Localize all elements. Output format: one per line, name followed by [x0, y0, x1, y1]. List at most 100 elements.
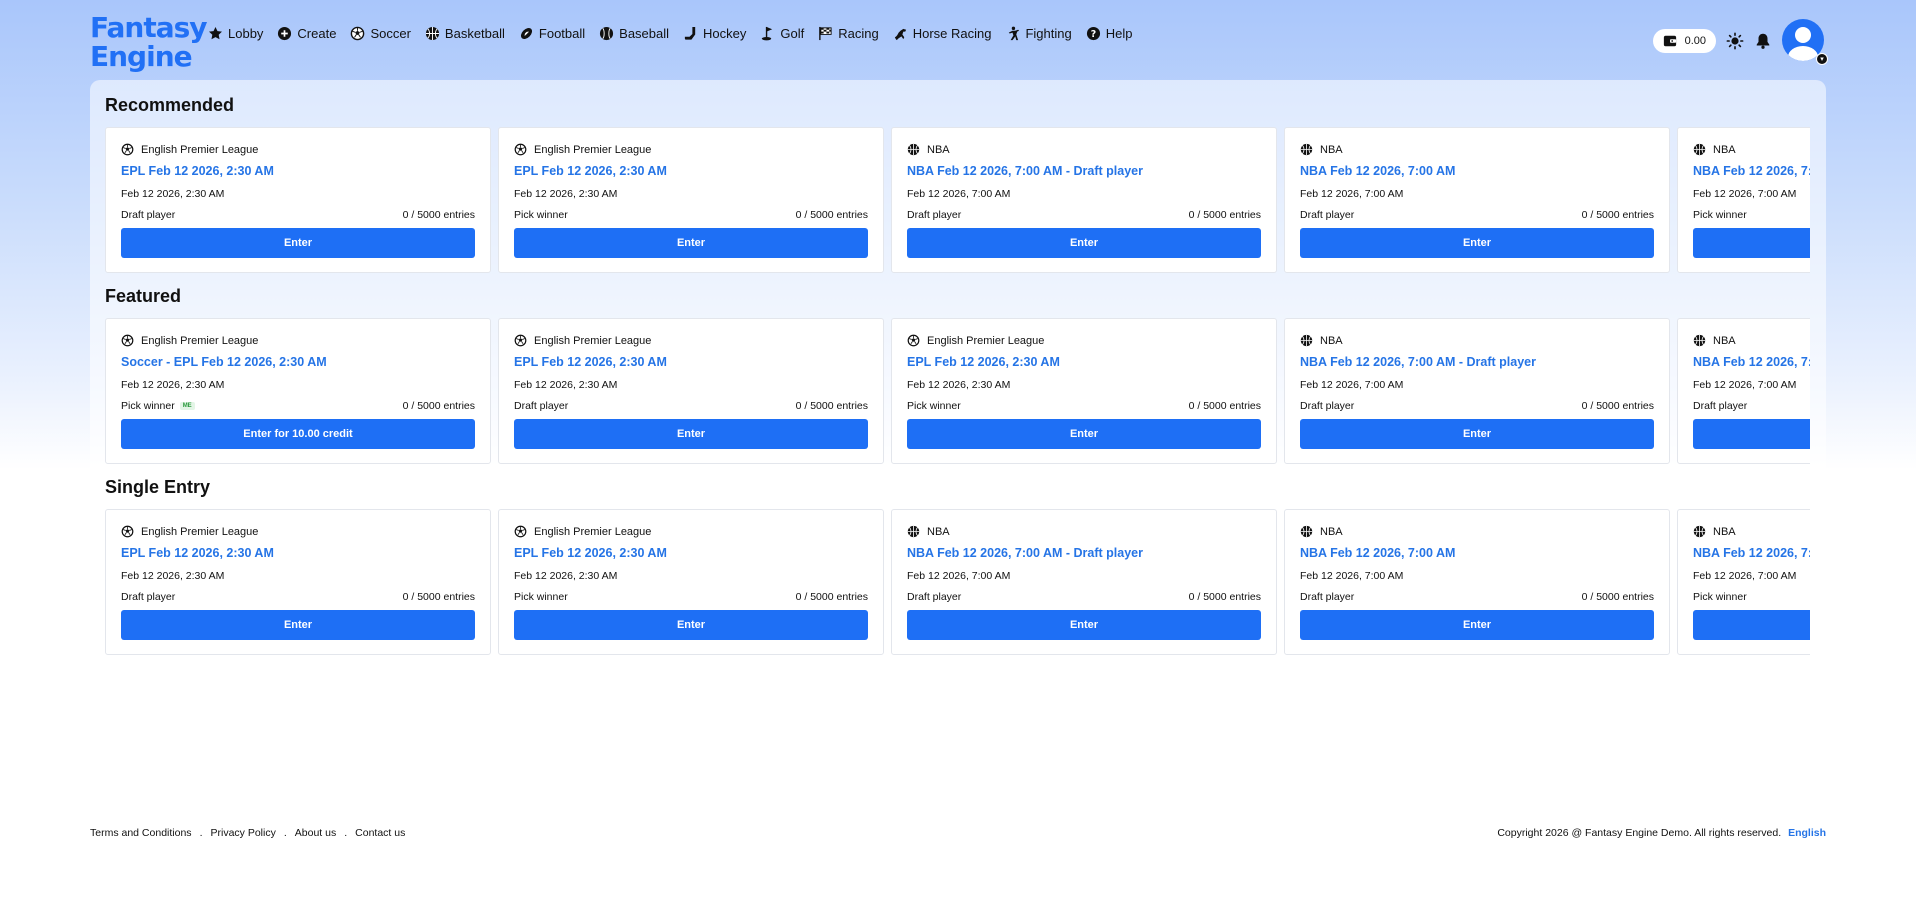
enter-button[interactable]: Enter — [514, 610, 868, 640]
nav-item-fighting[interactable]: Fighting — [1005, 26, 1072, 41]
nav-item-horse-racing[interactable]: Horse Racing — [893, 25, 992, 41]
contest-title-link[interactable]: NBA Feb 12 2026, 7:00 AM - Draft player — [907, 546, 1143, 560]
contest-title-link[interactable]: Soccer - EPL Feb 12 2026, 2:30 AM — [121, 355, 327, 369]
section-recommended: Recommended English Premier League EPL Feb… — [105, 95, 1810, 273]
enter-button[interactable]: Enter — [1693, 419, 1810, 449]
enter-button[interactable]: Enter for 10.00 credit — [121, 419, 475, 449]
contest-card[interactable]: English Premier League EPL Feb 12 2026, 2… — [498, 127, 884, 273]
nav-item-hockey[interactable]: Hockey — [683, 26, 746, 41]
contest-title-link[interactable]: NBA Feb 12 2026, 7:00 AM — [1693, 355, 1810, 369]
enter-button[interactable]: Enter — [1693, 228, 1810, 258]
enter-button[interactable]: Enter — [907, 419, 1261, 449]
wallet-button[interactable]: 0.00 — [1652, 29, 1716, 53]
contest-card[interactable]: NBA NBA Feb 12 2026, 7:00 AM Feb 12 2026, … — [1677, 509, 1810, 655]
enter-button[interactable]: Enter — [121, 610, 475, 640]
enter-button[interactable]: Enter — [907, 610, 1261, 640]
nav-item-label: Help — [1105, 25, 1133, 41]
nav-item-racing[interactable]: Racing — [818, 26, 879, 41]
league-name: English Premier League — [534, 525, 652, 538]
contest-card[interactable]: NBA NBA Feb 12 2026, 7:00 AM Feb 12 2026, … — [1284, 127, 1670, 273]
nav-item-football[interactable]: Football — [519, 26, 585, 41]
league-name: NBA — [1320, 525, 1343, 538]
contest-date: Feb 12 2026, 7:00 AM — [1693, 570, 1797, 582]
contest-title-link[interactable]: EPL Feb 12 2026, 2:30 AM — [514, 546, 667, 560]
nav-item-create[interactable]: Create — [277, 26, 336, 41]
enter-button[interactable]: Enter — [514, 419, 868, 449]
contest-title-link[interactable]: EPL Feb 12 2026, 2:30 AM — [514, 355, 667, 369]
contest-title-link[interactable]: EPL Feb 12 2026, 2:30 AM — [121, 164, 274, 178]
me-badge: ME — [179, 402, 195, 410]
nav-item-soccer[interactable]: Soccer — [350, 25, 411, 41]
contest-type: Pick winner ME — [121, 400, 195, 412]
contest-title-link[interactable]: EPL Feb 12 2026, 2:30 AM — [121, 546, 274, 560]
contest-title-link[interactable]: EPL Feb 12 2026, 2:30 AM — [514, 164, 667, 178]
contest-card[interactable]: NBA NBA Feb 12 2026, 7:00 AM - Draft play… — [891, 127, 1277, 273]
footer-links: Terms and Conditions. Privacy Policy. Abou… — [90, 827, 405, 839]
contest-title-link[interactable]: NBA Feb 12 2026, 7:00 AM - Draft player — [907, 164, 1143, 178]
contest-card[interactable]: NBA NBA Feb 12 2026, 7:00 AM Feb 12 2026, … — [1677, 127, 1810, 273]
footer-link-contact-us[interactable]: Contact us — [355, 827, 405, 839]
contest-card[interactable]: English Premier League Soccer - EPL Feb 1… — [105, 318, 491, 464]
nav-item-golf[interactable]: Golf — [760, 26, 804, 41]
league-name: NBA — [1713, 334, 1736, 347]
nav-item-help[interactable]: ? Help — [1086, 25, 1133, 41]
league-name: English Premier League — [141, 334, 259, 347]
soccer-ball-icon — [350, 26, 370, 41]
section-single-entry: Single Entry English Premier League EPL Fe… — [105, 477, 1810, 655]
cards-carousel[interactable]: English Premier League Soccer - EPL Feb 1… — [105, 318, 1810, 465]
cards-carousel[interactable]: English Premier League EPL Feb 12 2026, 2… — [105, 127, 1810, 274]
enter-button[interactable]: Enter — [1300, 610, 1654, 640]
contest-card[interactable]: English Premier League EPL Feb 12 2026, 2… — [498, 509, 884, 655]
enter-button[interactable]: Enter — [907, 228, 1261, 258]
contest-card[interactable]: NBA NBA Feb 12 2026, 7:00 AM Feb 12 2026, … — [1284, 509, 1670, 655]
contest-card[interactable]: NBA NBA Feb 12 2026, 7:00 AM - Draft play… — [1284, 318, 1670, 464]
hockey-stick-icon — [683, 26, 703, 41]
contest-title-link[interactable]: NBA Feb 12 2026, 7:00 AM — [1300, 546, 1455, 560]
cards-carousel[interactable]: English Premier League EPL Feb 12 2026, 2… — [105, 509, 1810, 656]
contest-type: Pick winner — [1693, 591, 1747, 603]
nav-item-baseball[interactable]: Baseball — [599, 26, 669, 41]
footer-link-privacy-policy[interactable]: Privacy Policy — [210, 827, 275, 839]
contest-card[interactable]: English Premier League EPL Feb 12 2026, 2… — [891, 318, 1277, 464]
contest-type-label: Pick winner — [1693, 591, 1747, 603]
contest-date: Feb 12 2026, 2:30 AM — [514, 188, 618, 200]
enter-button[interactable]: Enter — [514, 228, 868, 258]
golf-icon — [760, 26, 780, 41]
bell-icon[interactable] — [1754, 32, 1772, 50]
contest-card[interactable]: English Premier League EPL Feb 12 2026, 2… — [105, 127, 491, 273]
sun-icon[interactable] — [1726, 32, 1744, 50]
nav-item-lobby[interactable]: Lobby — [208, 26, 263, 41]
footer-link-about-us[interactable]: About us — [295, 827, 336, 839]
top-header: Fantasy Engine Lobby Create Soccer Basketba… — [90, 13, 1828, 71]
contest-card[interactable]: English Premier League EPL Feb 12 2026, 2… — [105, 509, 491, 655]
contest-type-label: Pick winner — [907, 400, 961, 412]
nav-item-label: Horse Racing — [912, 25, 992, 41]
logo[interactable]: Fantasy Engine — [90, 13, 208, 71]
contest-title-link[interactable]: NBA Feb 12 2026, 7:00 AM — [1693, 546, 1810, 560]
enter-button[interactable]: Enter — [1300, 419, 1654, 449]
nav-item-basketball[interactable]: Basketball — [425, 26, 505, 41]
wallet-icon — [1663, 35, 1676, 47]
contest-title-link[interactable]: NBA Feb 12 2026, 7:00 AM — [1300, 164, 1455, 178]
contest-card[interactable]: NBA NBA Feb 12 2026, 7:00 AM - Draft play… — [891, 509, 1277, 655]
contest-date: Feb 12 2026, 2:30 AM — [907, 379, 1011, 391]
nav-item-label: Lobby — [228, 25, 264, 41]
nav-item-label: Soccer — [370, 25, 411, 41]
contest-card[interactable]: English Premier League EPL Feb 12 2026, 2… — [498, 318, 884, 464]
entries-count: 0 / 5000 entries — [1581, 209, 1654, 221]
contest-title-link[interactable]: NBA Feb 12 2026, 7:00 AM — [1693, 164, 1810, 178]
entries-count: 0 / 5000 entries — [795, 591, 868, 603]
contest-title-link[interactable]: NBA Feb 12 2026, 7:00 AM - Draft player — [1300, 355, 1536, 369]
avatar-button[interactable]: ▾ — [1782, 19, 1828, 65]
footer-link-terms-and-conditions[interactable]: Terms and Conditions — [90, 827, 192, 839]
contest-type: Draft player — [1693, 400, 1747, 412]
contest-type: Pick winner — [907, 400, 961, 412]
enter-button[interactable]: Enter — [1693, 610, 1810, 640]
contest-title-link[interactable]: EPL Feb 12 2026, 2:30 AM — [907, 355, 1060, 369]
enter-button[interactable]: Enter — [121, 228, 475, 258]
language-selector[interactable]: English — [1788, 827, 1826, 839]
card-league: NBA — [907, 143, 950, 156]
contest-card[interactable]: NBA NBA Feb 12 2026, 7:00 AM Feb 12 2026, … — [1677, 318, 1810, 464]
contest-type: Pick winner — [1693, 209, 1747, 221]
enter-button[interactable]: Enter — [1300, 228, 1654, 258]
